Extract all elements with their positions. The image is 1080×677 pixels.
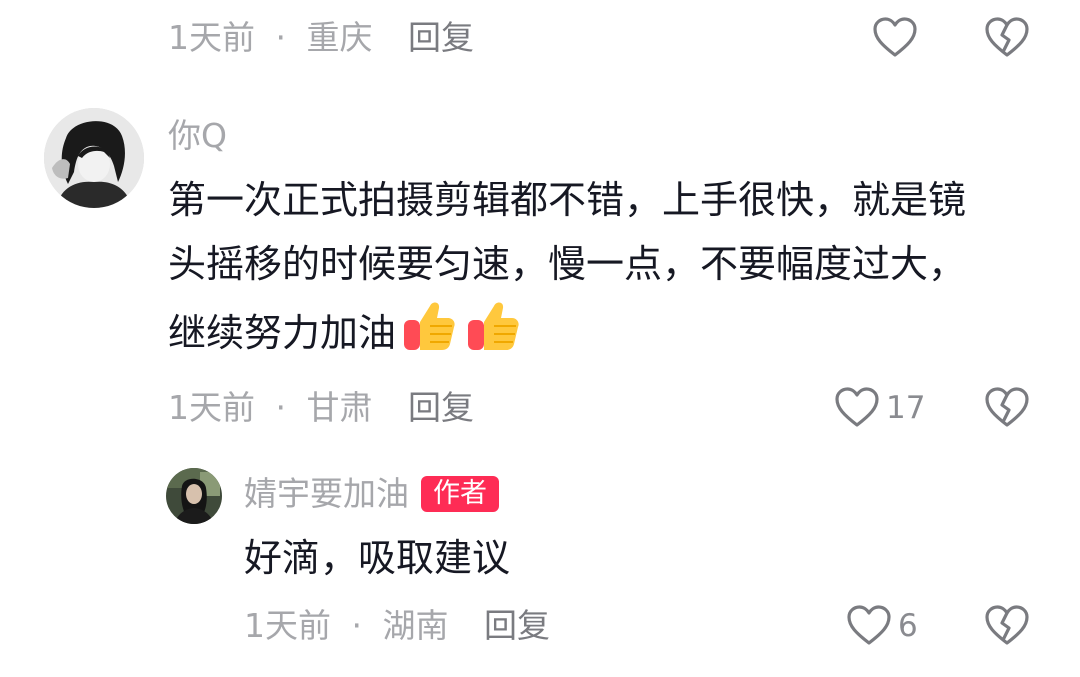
- avatar[interactable]: [44, 108, 144, 208]
- dislike-icon[interactable]: [984, 386, 1030, 430]
- meta-separator: ·: [275, 18, 287, 57]
- dislike-icon[interactable]: [984, 16, 1030, 60]
- reply-username[interactable]: 婧宇要加油: [244, 474, 409, 514]
- comment-username[interactable]: 你Q: [168, 116, 227, 156]
- meta-separator: ·: [351, 606, 363, 645]
- comment-time: 1天前: [168, 388, 255, 427]
- reply-time: 1天前: [244, 606, 331, 645]
- comment-line: 继续努力加油: [168, 296, 1048, 373]
- reply-button[interactable]: 回复: [408, 388, 474, 428]
- reply-button[interactable]: 回复: [408, 18, 474, 58]
- like-count: 17: [886, 390, 926, 426]
- comment-meta: 1天前 · 甘肃: [168, 388, 373, 428]
- reply-text: 好滴，吸取建议: [244, 536, 511, 580]
- like-count: 6: [898, 608, 918, 644]
- reply-avatar[interactable]: [166, 468, 222, 524]
- like-icon[interactable]: [834, 386, 880, 430]
- author-badge: 作者: [421, 476, 499, 512]
- meta-separator: ·: [275, 388, 287, 427]
- thumbs-up-emoji-icon: [464, 296, 522, 373]
- comment-meta: 1天前 · 重庆: [168, 18, 373, 58]
- dislike-icon[interactable]: [984, 604, 1030, 648]
- like-icon[interactable]: [872, 16, 918, 60]
- comment-location: 甘肃: [306, 388, 373, 427]
- reply-header: 婧宇要加油 作者: [244, 474, 499, 514]
- like-icon[interactable]: [846, 604, 892, 648]
- comment-location: 重庆: [306, 18, 373, 57]
- reply-meta: 1天前 · 湖南: [244, 606, 449, 646]
- comment-time: 1天前: [168, 18, 255, 57]
- reply-button[interactable]: 回复: [484, 606, 550, 646]
- comment-line: 头摇移的时候要匀速，慢一点，不要幅度过大，: [168, 242, 967, 286]
- comment-line: 第一次正式拍摄剪辑都不错，上手很快，就是镜: [168, 178, 967, 222]
- reply-location: 湖南: [382, 606, 449, 645]
- thumbs-up-emoji-icon: [400, 296, 458, 373]
- comment-text: 第一次正式拍摄剪辑都不错，上手很快，就是镜 头摇移的时候要匀速，慢一点，不要幅度…: [168, 168, 1048, 373]
